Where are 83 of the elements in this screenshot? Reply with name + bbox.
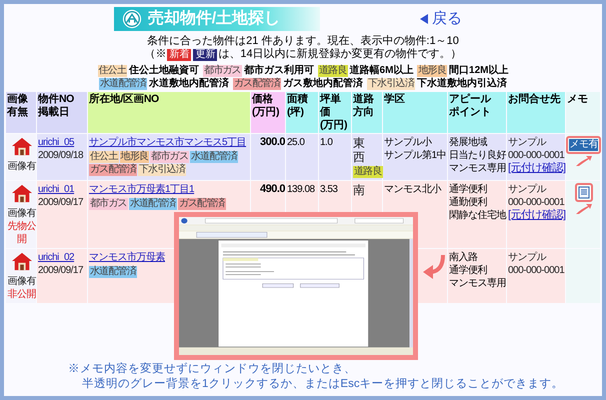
column-header: 所在地/区画NO bbox=[88, 92, 250, 133]
status-label: 非公開 bbox=[7, 288, 36, 301]
legend-tag: 水道配管済 bbox=[98, 78, 147, 90]
house-icon bbox=[10, 136, 34, 156]
property-id-link[interactable]: urichi_02 bbox=[38, 251, 87, 264]
legend-tag: 道路良 bbox=[318, 65, 348, 77]
image-label: 画像有 bbox=[7, 275, 36, 288]
contact-text: サンプル 000-000-0001 bbox=[508, 251, 565, 277]
pointer-arrow-icon bbox=[576, 156, 592, 166]
curved-arrow-icon bbox=[422, 254, 446, 280]
feature-tag: 道路良 bbox=[353, 166, 383, 178]
column-header: 面積 (坪) bbox=[286, 92, 318, 133]
house-logo-icon bbox=[122, 9, 142, 29]
legend-meaning: 住公土地融資可 bbox=[129, 65, 200, 77]
price-text: 490.0 bbox=[258, 183, 285, 196]
column-header: 学区 bbox=[383, 92, 447, 133]
legend-meaning: 都市ガス利用可 bbox=[244, 65, 314, 77]
road-direction: 東 西 bbox=[353, 136, 366, 164]
page-title: 売却物件/土地探し bbox=[148, 9, 280, 29]
note-prefix: （※ bbox=[144, 48, 166, 61]
feature-tag: 下水引込済 bbox=[138, 164, 186, 176]
contact-text: サンプル 000-000-0001 bbox=[508, 183, 565, 209]
appeal-cell: 通学便利 通勤便利 閑静な住宅地 bbox=[448, 181, 506, 248]
legend-meaning: 水道敷地内配管済 bbox=[148, 78, 229, 90]
feature-tag: ガス配管済 bbox=[89, 164, 138, 176]
appeal-cell: 発展地域 日当たり良好 マンモス専用 bbox=[448, 134, 506, 180]
legend-meaning: ガス敷地内配管済 bbox=[283, 78, 363, 90]
badge-explanation: は、14日以内に新規登録か変更有の物件です。） bbox=[218, 48, 462, 61]
house-icon bbox=[10, 251, 34, 271]
column-header: 坪単価 (万円) bbox=[319, 92, 351, 133]
column-header: メモ bbox=[566, 92, 600, 133]
feature-tag: 都市ガス bbox=[150, 151, 190, 163]
result-count-text: 条件に合った物件は21 件あります。現在、表示中の物件:1～10 bbox=[147, 35, 459, 48]
appeal-cell: 南入路 通学便利 マンモス専用 bbox=[448, 249, 506, 303]
feature-tag: 水道配管済 bbox=[128, 198, 177, 210]
feature-tag: ガス配管済 bbox=[178, 198, 226, 210]
left-triangle-icon bbox=[420, 14, 428, 24]
listing-date: 2009/09/17 bbox=[38, 196, 84, 209]
column-header: お問合せ先 bbox=[507, 92, 565, 133]
column-header: 画像 有無 bbox=[6, 92, 36, 133]
label-badge: 更新 bbox=[193, 48, 218, 60]
legend-tag: 下水引込済 bbox=[367, 78, 416, 90]
memo-badge[interactable]: メモ有 bbox=[569, 139, 598, 151]
legend-meaning: 下水道敷地内引込済 bbox=[417, 78, 508, 90]
feature-tag: 住公土 bbox=[89, 151, 119, 163]
feature-tag: 都市ガス bbox=[89, 198, 128, 210]
feature-tag: 水道配管済 bbox=[190, 151, 238, 163]
legend-meaning: 道路幅6M以上 bbox=[350, 65, 414, 77]
unit-price-cell: 1.0 bbox=[319, 134, 351, 180]
legend-tag: 都市ガス bbox=[203, 65, 242, 77]
image-label: 画像有 bbox=[7, 160, 36, 173]
column-header: 価格 (万円) bbox=[251, 92, 285, 133]
status-label: 先物公開 bbox=[7, 220, 36, 246]
house-icon bbox=[10, 183, 34, 203]
road-direction: 南 bbox=[353, 183, 366, 197]
listing-date: 2009/09/18 bbox=[38, 149, 84, 162]
feature-tag: 地形良 bbox=[120, 151, 150, 163]
area-cell: 25.0 bbox=[286, 134, 318, 180]
pointer-arrow-icon bbox=[576, 204, 592, 214]
note-text: 半透明のグレー背景を1クリックするか、またはEscキーを押すと閉じることができます。 bbox=[81, 377, 564, 392]
price-text: 300.0 bbox=[258, 136, 285, 149]
address-link[interactable]: サンプル市マンモス市マンモス5丁目 bbox=[89, 136, 250, 149]
feature-tag: 水道配管済 bbox=[89, 266, 138, 278]
legend-tag: 地形良 bbox=[417, 65, 448, 77]
back-link[interactable]: 戻る bbox=[420, 10, 492, 28]
column-header: 道路 方向 bbox=[352, 92, 382, 133]
listing-date: 2009/09/17 bbox=[38, 264, 84, 277]
column-header: アピール ポイント bbox=[448, 92, 506, 133]
confirm-link[interactable]: [元付け確認] bbox=[508, 162, 565, 175]
confirm-link[interactable]: [元付け確認] bbox=[508, 209, 565, 222]
property-id-link[interactable]: urichi_01 bbox=[38, 183, 87, 196]
contact-text: サンプル 000-000-0001 bbox=[508, 136, 565, 162]
address-link[interactable]: マンモス市万母素1丁目1 bbox=[89, 183, 250, 196]
label-badge: 新着 bbox=[167, 48, 192, 60]
column-header: 物件NO 掲載日 bbox=[37, 92, 87, 133]
image-label: 画像有 bbox=[7, 207, 36, 220]
note-text: ※メモ内容を変更せずにウィンドウを閉じたいとき、 bbox=[68, 362, 357, 377]
legend-meaning: 間口12M以上 bbox=[449, 65, 508, 77]
school-cell: サンプル小 サンプル第1中 bbox=[383, 134, 447, 180]
property-id-link[interactable]: urichi_05 bbox=[38, 136, 87, 149]
legend-tag: ガス配管済 bbox=[232, 78, 281, 90]
memo-document-icon[interactable] bbox=[578, 186, 590, 199]
legend-tag: 住公土 bbox=[98, 65, 128, 77]
